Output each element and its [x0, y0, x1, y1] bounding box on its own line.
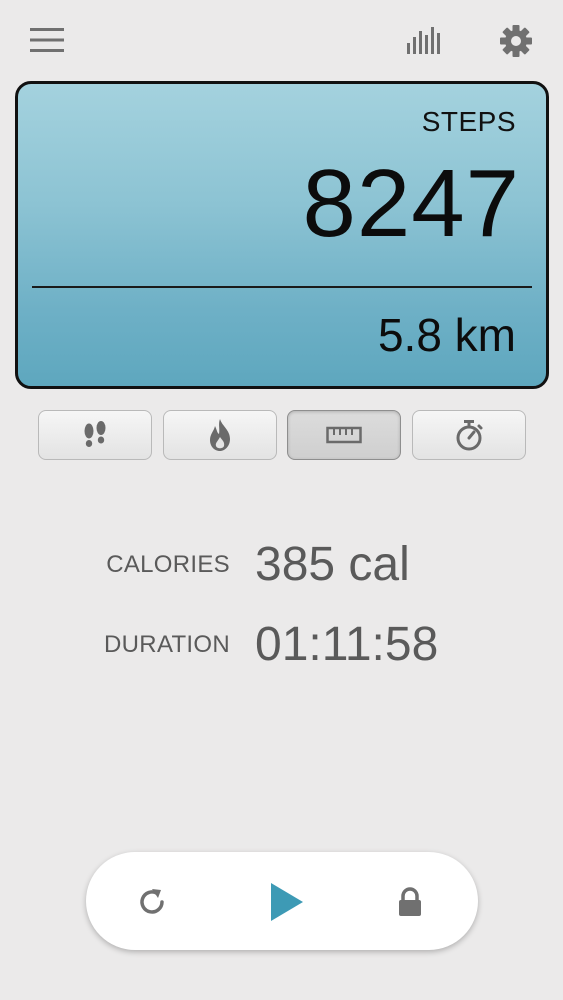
calories-value: 385 cal	[255, 538, 410, 591]
footprints-icon	[84, 421, 106, 447]
play-button[interactable]	[258, 874, 314, 930]
tab-distance[interactable]	[287, 410, 401, 460]
stopwatch-icon	[456, 420, 483, 451]
play-icon	[271, 883, 303, 921]
menu-button[interactable]	[24, 20, 70, 60]
calories-label: CALORIES	[106, 551, 230, 578]
hamburger-menu-icon	[30, 28, 64, 52]
flame-icon	[210, 419, 230, 451]
ruler-icon	[326, 426, 362, 444]
duration-label: DURATION	[104, 631, 230, 658]
statistics-button[interactable]	[400, 20, 446, 60]
lock-button[interactable]	[382, 874, 438, 930]
bar-chart-icon	[407, 27, 440, 54]
calories-row: CALORIES 385 cal	[0, 535, 563, 595]
duration-row: DURATION 01:11:58	[0, 615, 563, 675]
tab-calories[interactable]	[163, 410, 277, 460]
gear-icon	[500, 25, 532, 57]
metric-label: STEPS	[421, 106, 516, 137]
reset-icon	[140, 889, 164, 914]
metric-tabs	[38, 410, 526, 460]
tab-steps[interactable]	[38, 410, 152, 460]
distance-value: 5.8 km	[377, 309, 516, 361]
tab-duration[interactable]	[412, 410, 526, 460]
pedometer-screen: STEPS 8247 5.8 km CALORIES 385 cal DURAT…	[0, 0, 563, 1000]
lock-icon	[399, 887, 421, 916]
settings-button[interactable]	[492, 18, 540, 64]
step-count: 8247	[302, 150, 520, 257]
panel-divider	[32, 286, 532, 288]
reset-button[interactable]	[124, 874, 180, 930]
duration-value: 01:11:58	[255, 618, 439, 671]
steps-panel: STEPS 8247 5.8 km	[15, 81, 549, 389]
control-bar	[86, 852, 478, 950]
